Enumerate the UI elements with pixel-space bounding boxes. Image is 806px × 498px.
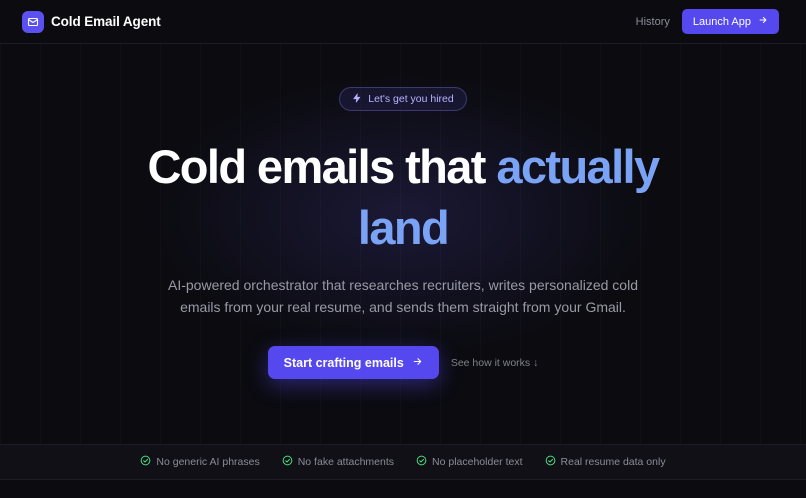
launch-app-label: Launch App [692, 15, 751, 28]
headline-main: Cold emails that [147, 140, 497, 193]
feature-label: No placeholder text [432, 456, 523, 468]
feature-item: No generic AI phrases [140, 455, 260, 469]
bolt-icon [352, 93, 362, 106]
check-circle-icon [416, 455, 427, 469]
start-crafting-label: Start crafting emails [283, 355, 404, 370]
arrow-right-icon [412, 356, 423, 370]
feature-item: No fake attachments [282, 455, 394, 469]
brand[interactable]: Cold Email Agent [22, 10, 161, 33]
feature-item: Real resume data only [545, 455, 666, 469]
check-circle-icon [282, 455, 293, 469]
headline-accent-land: land [357, 201, 450, 254]
hero-subtitle: AI-powered orchestrator that researches … [168, 277, 638, 315]
check-circle-icon [545, 455, 556, 469]
feature-label: No fake attachments [297, 456, 395, 468]
arrow-right-icon [758, 15, 768, 28]
top-nav: Cold Email Agent History Launch App [0, 0, 806, 44]
hero-actions: Start crafting emails See how it works ↓ [267, 346, 539, 379]
headline-accent-actually: actually [496, 140, 660, 193]
see-how-it-works-link[interactable]: See how it works ↓ [451, 357, 539, 369]
mail-icon [22, 10, 44, 33]
feature-item: No placeholder text [416, 455, 523, 469]
launch-app-button[interactable]: Launch App [681, 9, 779, 34]
brand-name: Cold Email Agent [51, 14, 161, 29]
tagline-pill: Let's get you hired [339, 87, 467, 111]
feature-strip: No generic AI phrases No fake attachment… [0, 444, 806, 480]
check-circle-icon [140, 455, 151, 469]
feature-label: Real resume data only [560, 456, 666, 468]
start-crafting-button[interactable]: Start crafting emails [267, 346, 439, 379]
tagline-text: Let's get you hired [368, 93, 454, 105]
hero-section: Let's get you hired Cold emails that act… [0, 44, 806, 444]
history-link[interactable]: History [636, 16, 670, 28]
feature-label: No generic AI phrases [156, 456, 260, 468]
hero-headline: Cold emails that actually land [93, 136, 713, 258]
nav-actions: History Launch App [636, 9, 779, 34]
